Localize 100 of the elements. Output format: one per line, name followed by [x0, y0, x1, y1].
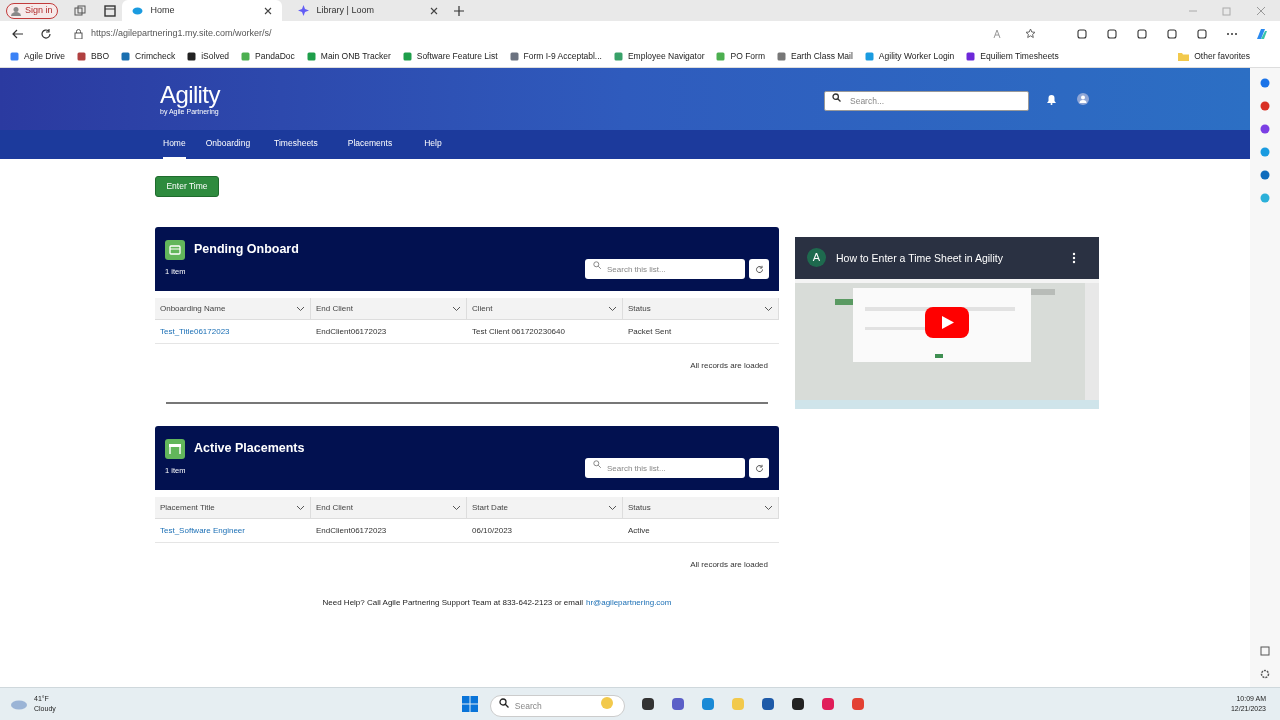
bell-icon[interactable] [1046, 93, 1057, 105]
search-field[interactable]: Search... [824, 91, 1029, 111]
site-icon [10, 52, 19, 61]
chevron-down-icon [608, 305, 617, 312]
site-icon [613, 52, 623, 61]
browser-tab[interactable]: Library | Loom [287, 0, 448, 21]
bookmark[interactable]: Crimcheck [121, 50, 176, 63]
new-tab-icon[interactable] [453, 5, 464, 16]
chevron-down-icon [452, 305, 461, 312]
chevron-down-icon [452, 504, 461, 511]
bookmark[interactable]: Form I-9 Acceptabl... [509, 50, 602, 63]
header-label: Status [628, 501, 651, 514]
column-header[interactable]: Status [623, 298, 779, 319]
bookmark[interactable]: Agile Drive [10, 50, 66, 63]
nav-link[interactable]: Timesheets [274, 130, 318, 159]
user-icon[interactable] [1077, 93, 1089, 105]
nav-link[interactable]: Help [424, 130, 442, 159]
header-label: Status [628, 302, 651, 315]
records-status: All records are loaded [690, 559, 768, 571]
more-icon[interactable] [1072, 252, 1076, 264]
help-text: Need Help? Call Agile Partnering Support Team at 833-642-2123 or email [322, 597, 583, 609]
close-icon[interactable] [263, 6, 272, 15]
nav-link[interactable]: Home [163, 130, 186, 159]
desk-icon [165, 438, 185, 459]
nav-link[interactable]: Placements [347, 130, 393, 159]
panel-icon[interactable] [1260, 646, 1270, 656]
header-label: Placement Title [160, 501, 215, 514]
bookmark[interactable]: Software Feature List [402, 50, 498, 63]
star-icon [297, 5, 309, 16]
browser-tab[interactable]: Home [121, 0, 282, 21]
column-header[interactable]: Status [623, 497, 779, 518]
video-player[interactable]: A How to Enter a Time Sheet in Agility [795, 237, 1099, 409]
record-link[interactable]: Test_Software Engineer [155, 519, 311, 542]
nav-link[interactable]: Onboarding [205, 130, 251, 159]
table-cell-text: 06/10/2023 [471, 524, 514, 537]
bookmark[interactable]: Agility Worker Login [864, 50, 955, 63]
table-cell-text: Test Client 061720230640 [471, 325, 566, 338]
site-icon [402, 52, 412, 61]
play-icon[interactable] [925, 307, 969, 338]
site-icon [716, 52, 726, 61]
records-status: All records are loaded [690, 360, 768, 372]
enter-time-button[interactable]: Enter Time [155, 176, 219, 197]
settings-icon[interactable] [1260, 669, 1270, 679]
card-icon [165, 239, 185, 260]
site-icon [966, 52, 976, 61]
site-icon [509, 52, 519, 61]
refresh-button[interactable] [749, 259, 769, 279]
column-header[interactable]: Placement Title [155, 497, 311, 518]
chevron-down-icon [296, 504, 305, 511]
header-label: End Client [316, 302, 353, 315]
tab-actions-icon[interactable] [103, 4, 116, 17]
favorite-icon[interactable] [1025, 28, 1036, 39]
back-icon[interactable] [12, 28, 24, 39]
bookmark[interactable]: BBO [77, 50, 110, 63]
video-title: How to Enter a Time Sheet in Agility [836, 251, 1003, 266]
email-link[interactable]: hr@agilepartnering.com [585, 597, 672, 609]
copilot-icon[interactable] [1254, 26, 1268, 41]
workspaces-icon[interactable] [73, 4, 86, 17]
bookmark[interactable]: Main ONB Tracker [306, 50, 391, 63]
site-icon [864, 52, 874, 61]
chevron-down-icon [608, 504, 617, 511]
person-icon [11, 5, 21, 16]
bookmark[interactable]: Equiliem Timesheets [966, 50, 1059, 63]
url-text: https://agilepartnering1.my.site.com/worker/s/ [91, 26, 272, 40]
sign-in-button[interactable]: Sign in [6, 2, 58, 19]
bookmark[interactable]: iSolved [187, 50, 230, 63]
header-label: End Client [316, 501, 353, 514]
cloud-icon [10, 698, 28, 710]
refresh-icon [754, 264, 764, 274]
table-cell-text: EndClient06172023 [315, 524, 388, 537]
record-link[interactable]: Test_Title06172023 [155, 320, 311, 343]
cloud-icon [131, 5, 143, 16]
tab-title: Home [150, 3, 176, 17]
taskbar-search[interactable]: Search [489, 694, 625, 717]
windows-icon[interactable] [461, 696, 478, 712]
bookmark[interactable]: PandaDoc [241, 50, 295, 63]
refresh-button[interactable] [749, 458, 769, 478]
list-search-field[interactable]: Search this list... [585, 259, 745, 279]
refresh-icon[interactable] [40, 27, 52, 40]
lock-icon [74, 28, 83, 39]
bookmark[interactable]: PO Form [716, 50, 765, 63]
card-title: Pending Onboard [194, 241, 299, 259]
list-search-field[interactable]: Search this list... [585, 458, 745, 478]
close-icon[interactable] [429, 6, 438, 15]
table-cell-text: Packet Sent [627, 325, 673, 338]
site-icon [241, 52, 251, 61]
table-cell-text: EndClient06172023 [315, 325, 388, 338]
circle-app-icon[interactable] [1260, 147, 1270, 157]
column-header[interactable]: Client [467, 298, 623, 319]
chevron-down-icon [764, 504, 773, 511]
column-header[interactable]: End Client [311, 298, 467, 319]
column-header[interactable]: Onboarding Name [155, 298, 311, 319]
column-header[interactable]: Start Date [467, 497, 623, 518]
card-title: Active Placements [194, 440, 305, 458]
bookmark[interactable]: Earth Class Mail [776, 50, 853, 63]
chevron-down-icon [296, 305, 305, 312]
site-icon [77, 52, 87, 61]
column-header[interactable]: End Client [311, 497, 467, 518]
other-favorites[interactable]: Other favorites [1178, 50, 1250, 63]
bookmark[interactable]: Employee Navigator [613, 50, 705, 63]
